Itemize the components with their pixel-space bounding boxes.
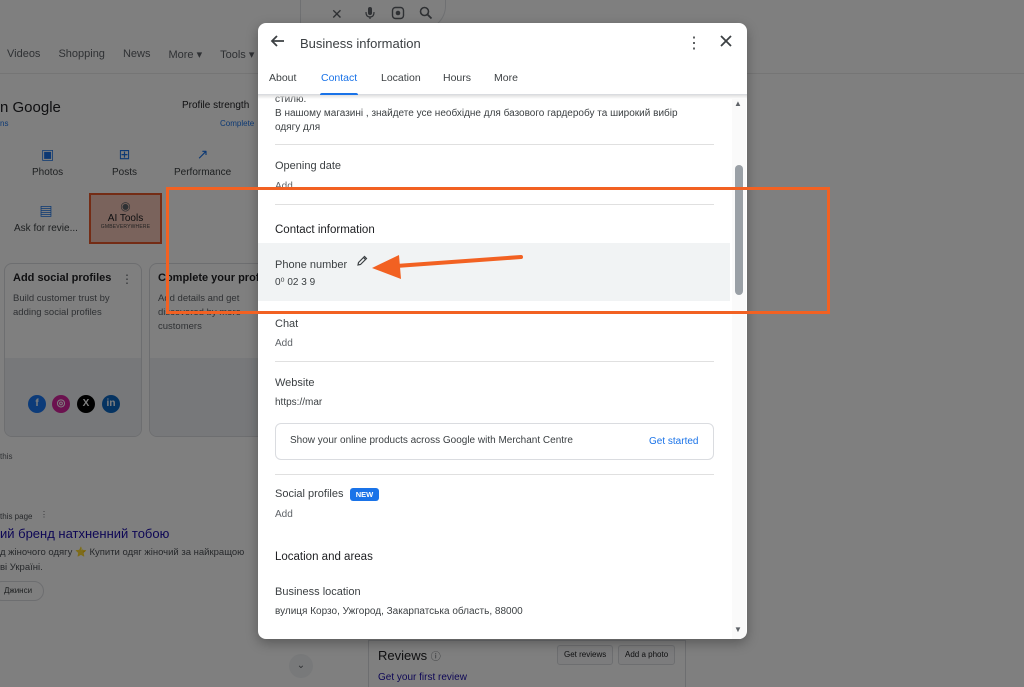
annotation-arrow (372, 255, 523, 279)
